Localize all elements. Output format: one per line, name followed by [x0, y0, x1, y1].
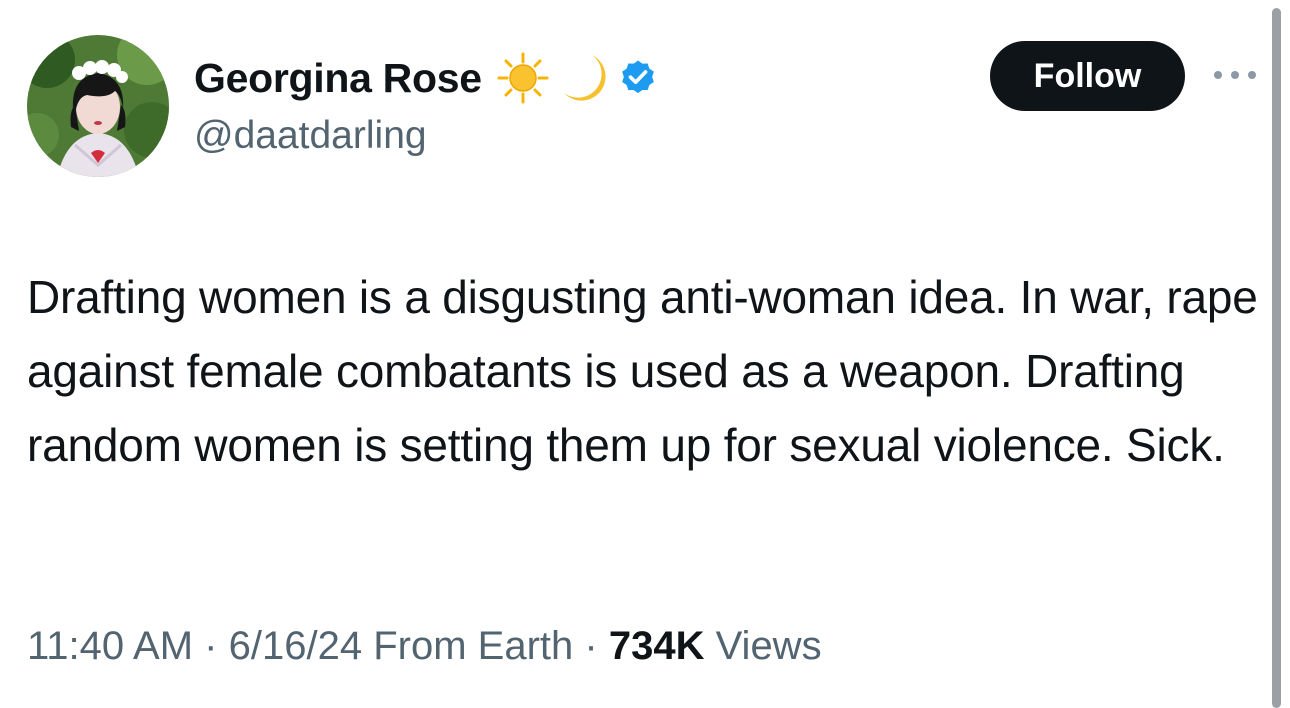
more-dots-icon — [1214, 71, 1256, 79]
views-label: Views — [715, 624, 822, 668]
crescent-moon-emoji — [558, 51, 608, 105]
avatar-image — [27, 35, 169, 177]
follow-button[interactable]: Follow — [990, 41, 1185, 111]
meta-separator: · — [204, 624, 218, 668]
scrollbar[interactable] — [1272, 8, 1281, 708]
tweet-card: Georgina Rose @daatdarling Follow Drafti… — [0, 0, 1290, 708]
avatar[interactable] — [27, 35, 169, 177]
meta-separator: · — [584, 624, 598, 668]
tweet-time[interactable]: 11:40 AM — [27, 624, 193, 668]
tweet-meta: 11:40 AM · 6/16/24 From Earth · 734K Vie… — [27, 624, 822, 669]
verified-badge-icon[interactable] — [618, 58, 658, 98]
views-count[interactable]: 734K — [609, 624, 705, 668]
author-handle[interactable]: @daatdarling — [194, 114, 427, 158]
tweet-source: From Earth — [373, 624, 574, 668]
tweet-date[interactable]: 6/16/24 — [229, 624, 362, 668]
display-name[interactable]: Georgina Rose — [194, 55, 482, 102]
author-name-row: Georgina Rose — [194, 50, 658, 106]
more-options-button[interactable] — [1210, 60, 1260, 90]
tweet-text: Drafting women is a disgusting anti-woma… — [27, 271, 1258, 471]
sun-emoji — [496, 51, 550, 105]
